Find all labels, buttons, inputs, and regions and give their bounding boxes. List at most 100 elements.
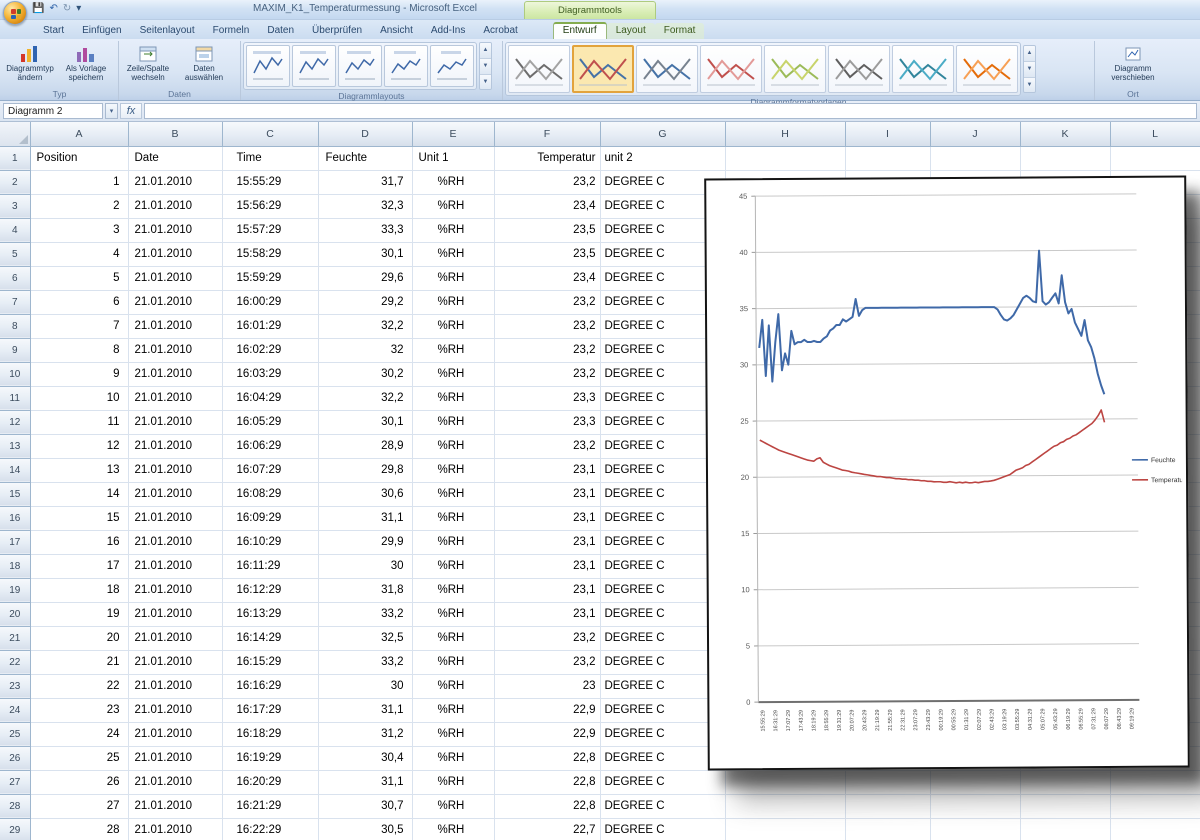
cell-E4[interactable]: %RH	[412, 218, 494, 242]
cell-G25[interactable]: DEGREE C	[600, 722, 725, 746]
cell-A20[interactable]: 19	[30, 602, 128, 626]
cell-C9[interactable]: 16:02:29	[222, 338, 318, 362]
cell-G26[interactable]: DEGREE C	[600, 746, 725, 770]
cell-C1[interactable]: Time	[222, 146, 318, 170]
cell-C18[interactable]: 16:11:29	[222, 554, 318, 578]
cell-E3[interactable]: %RH	[412, 194, 494, 218]
cell-L1[interactable]	[1110, 146, 1200, 170]
row-header-4[interactable]: 4	[0, 218, 30, 242]
cell-E19[interactable]: %RH	[412, 578, 494, 602]
cell-B18[interactable]: 21.01.2010	[128, 554, 222, 578]
row-header-14[interactable]: 14	[0, 458, 30, 482]
column-header-E[interactable]: E	[412, 122, 494, 146]
cell-D23[interactable]: 30	[318, 674, 412, 698]
cell-F18[interactable]: 23,1	[494, 554, 600, 578]
column-header-I[interactable]: I	[845, 122, 930, 146]
tab-format[interactable]: Format	[655, 23, 705, 39]
cell-C27[interactable]: 16:20:29	[222, 770, 318, 794]
cell-E18[interactable]: %RH	[412, 554, 494, 578]
cell-C16[interactable]: 16:09:29	[222, 506, 318, 530]
cell-A4[interactable]: 3	[30, 218, 128, 242]
cell-G27[interactable]: DEGREE C	[600, 770, 725, 794]
column-header-A[interactable]: A	[30, 122, 128, 146]
cell-B4[interactable]: 21.01.2010	[128, 218, 222, 242]
row-header-1[interactable]: 1	[0, 146, 30, 170]
cell-E29[interactable]: %RH	[412, 818, 494, 840]
cell-E27[interactable]: %RH	[412, 770, 494, 794]
cell-A24[interactable]: 23	[30, 698, 128, 722]
cell-A17[interactable]: 16	[30, 530, 128, 554]
cell-F21[interactable]: 23,2	[494, 626, 600, 650]
gallery-more-icon[interactable]: ▼	[480, 75, 491, 90]
change-chart-type-button[interactable]: Diagrammtyp ändern	[3, 42, 57, 88]
cell-F25[interactable]: 22,9	[494, 722, 600, 746]
cell-E25[interactable]: %RH	[412, 722, 494, 746]
cell-A18[interactable]: 17	[30, 554, 128, 578]
cell-A3[interactable]: 2	[30, 194, 128, 218]
select-data-button[interactable]: Daten auswählen	[177, 42, 231, 88]
select-all-corner[interactable]	[0, 122, 30, 146]
row-header-15[interactable]: 15	[0, 482, 30, 506]
office-button[interactable]	[3, 1, 27, 25]
cell-C6[interactable]: 15:59:29	[222, 266, 318, 290]
cell-B16[interactable]: 21.01.2010	[128, 506, 222, 530]
cell-A25[interactable]: 24	[30, 722, 128, 746]
name-box-dropdown-icon[interactable]: ▾	[105, 103, 118, 119]
cell-B6[interactable]: 21.01.2010	[128, 266, 222, 290]
cell-F29[interactable]: 22,7	[494, 818, 600, 840]
cell-C19[interactable]: 16:12:29	[222, 578, 318, 602]
chart-layout-thumbnail[interactable]	[384, 45, 428, 87]
cell-J29[interactable]	[930, 818, 1020, 840]
cell-B21[interactable]: 21.01.2010	[128, 626, 222, 650]
cell-L28[interactable]	[1110, 794, 1200, 818]
cell-F8[interactable]: 23,2	[494, 314, 600, 338]
cell-B14[interactable]: 21.01.2010	[128, 458, 222, 482]
row-header-29[interactable]: 29	[0, 818, 30, 840]
cell-C11[interactable]: 16:04:29	[222, 386, 318, 410]
cell-E26[interactable]: %RH	[412, 746, 494, 770]
cell-D24[interactable]: 31,1	[318, 698, 412, 722]
cell-D26[interactable]: 30,4	[318, 746, 412, 770]
cell-A15[interactable]: 14	[30, 482, 128, 506]
cell-I27[interactable]	[845, 770, 930, 794]
scroll-up-icon[interactable]: ▲	[480, 43, 491, 59]
cell-D8[interactable]: 32,2	[318, 314, 412, 338]
cell-B27[interactable]: 21.01.2010	[128, 770, 222, 794]
cell-B11[interactable]: 21.01.2010	[128, 386, 222, 410]
cell-B7[interactable]: 21.01.2010	[128, 290, 222, 314]
column-header-G[interactable]: G	[600, 122, 725, 146]
cell-I1[interactable]	[845, 146, 930, 170]
cell-A19[interactable]: 18	[30, 578, 128, 602]
row-header-18[interactable]: 18	[0, 554, 30, 578]
cell-A10[interactable]: 9	[30, 362, 128, 386]
cell-A29[interactable]: 28	[30, 818, 128, 840]
cell-C3[interactable]: 15:56:29	[222, 194, 318, 218]
column-header-C[interactable]: C	[222, 122, 318, 146]
row-header-13[interactable]: 13	[0, 434, 30, 458]
cell-J1[interactable]	[930, 146, 1020, 170]
cell-D4[interactable]: 33,3	[318, 218, 412, 242]
cell-B17[interactable]: 21.01.2010	[128, 530, 222, 554]
column-header-D[interactable]: D	[318, 122, 412, 146]
cell-F2[interactable]: 23,2	[494, 170, 600, 194]
save-as-template-button[interactable]: Als Vorlage speichern	[59, 42, 113, 88]
row-header-7[interactable]: 7	[0, 290, 30, 314]
cell-G24[interactable]: DEGREE C	[600, 698, 725, 722]
cell-D11[interactable]: 32,2	[318, 386, 412, 410]
cell-E24[interactable]: %RH	[412, 698, 494, 722]
cell-F5[interactable]: 23,5	[494, 242, 600, 266]
row-header-23[interactable]: 23	[0, 674, 30, 698]
cell-B10[interactable]: 21.01.2010	[128, 362, 222, 386]
cell-G29[interactable]: DEGREE C	[600, 818, 725, 840]
column-header-K[interactable]: K	[1020, 122, 1110, 146]
cell-G28[interactable]: DEGREE C	[600, 794, 725, 818]
cell-B22[interactable]: 21.01.2010	[128, 650, 222, 674]
tab-formeln[interactable]: Formeln	[204, 23, 259, 39]
cell-D6[interactable]: 29,6	[318, 266, 412, 290]
cell-C20[interactable]: 16:13:29	[222, 602, 318, 626]
cell-B15[interactable]: 21.01.2010	[128, 482, 222, 506]
row-header-22[interactable]: 22	[0, 650, 30, 674]
move-chart-button[interactable]: Diagramm verschieben	[1102, 42, 1164, 88]
cell-F26[interactable]: 22,8	[494, 746, 600, 770]
cell-B20[interactable]: 21.01.2010	[128, 602, 222, 626]
